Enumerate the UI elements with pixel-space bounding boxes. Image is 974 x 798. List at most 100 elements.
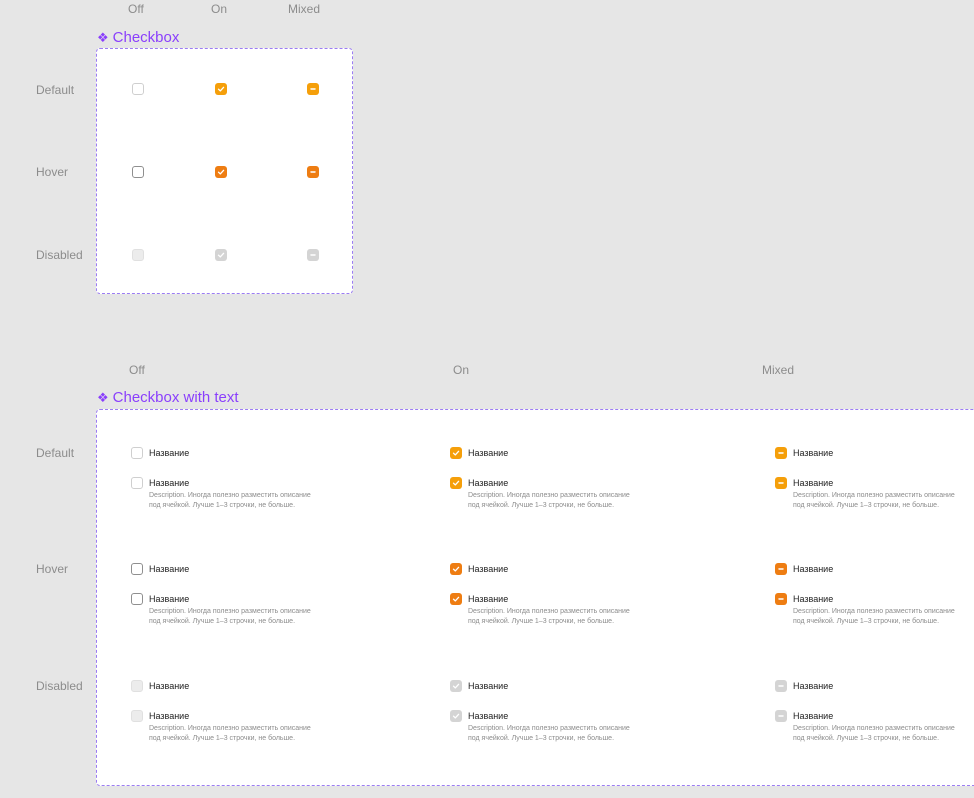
checkbox[interactable] — [775, 563, 787, 575]
checkbox — [131, 710, 143, 722]
item-label: Название — [149, 448, 190, 458]
checkbox[interactable] — [775, 477, 787, 489]
component-title-text: Checkbox — [112, 29, 180, 46]
item-label: Название — [149, 564, 190, 574]
item-description: Description. Иногда полезно разместить о… — [793, 492, 955, 509]
column-header-on: On — [211, 2, 228, 16]
checkbox[interactable] — [131, 593, 143, 605]
item-label: Название — [793, 681, 834, 691]
item-label: Название — [468, 711, 509, 721]
row-header-default: Default — [36, 83, 75, 97]
checkbox[interactable] — [775, 593, 787, 605]
item-label: Название — [468, 448, 509, 458]
item-label: Название — [793, 711, 834, 721]
item-description: Description. Иногда полезно разместить о… — [793, 725, 955, 742]
checkbox-item-hover-on-desc[interactable]: Название Description. Иногда полезно раз… — [450, 592, 718, 627]
minus-icon — [778, 482, 784, 484]
item-label: Название — [793, 448, 834, 458]
checkmark-icon — [217, 86, 225, 92]
checkbox — [450, 710, 462, 722]
minus-icon — [310, 88, 316, 90]
item-description: Description. Иногда полезно разместить о… — [793, 608, 955, 625]
item-label: Название — [149, 594, 190, 604]
checkbox-default-mixed[interactable] — [307, 83, 319, 95]
column-header-mixed: Mixed — [288, 2, 321, 16]
checkbox-component-frame — [96, 48, 353, 294]
item-description: Description. Иногда полезно разместить о… — [149, 608, 311, 625]
item-description: Description. Иногда полезно разместить о… — [149, 725, 311, 742]
column-header-off: Off — [129, 363, 145, 377]
item-label: Название — [468, 478, 509, 488]
item-label: Название — [468, 594, 509, 604]
item-label: Название — [793, 478, 834, 488]
checkbox-item-hover-mixed[interactable]: Название — [775, 562, 833, 576]
checkbox-item-hover-off-desc[interactable]: Название Description. Иногда полезно раз… — [131, 592, 399, 627]
checkbox-with-text-component-frame: Название Название Description. Иногда по… — [96, 409, 974, 786]
item-description: Description. Иногда полезно разместить о… — [149, 492, 311, 509]
checkbox-item-disabled-on-desc: Название Description. Иногда полезно раз… — [450, 709, 718, 744]
checkbox[interactable] — [775, 447, 787, 459]
row-header-hover: Hover — [36, 562, 69, 576]
checkbox-item-disabled-off-desc: Название Description. Иногда полезно раз… — [131, 709, 399, 744]
minus-icon — [310, 171, 316, 173]
checkmark-icon — [452, 713, 460, 719]
checkbox[interactable] — [450, 447, 462, 459]
checkbox-default-on[interactable] — [215, 83, 227, 95]
checkbox-item-disabled-mixed-desc: Название Description. Иногда полезно раз… — [775, 709, 974, 744]
component-diamond-icon: ❖ — [97, 29, 109, 45]
row-header-hover: Hover — [36, 165, 69, 179]
item-label: Название — [149, 478, 190, 488]
checkmark-icon — [452, 566, 460, 572]
minus-icon — [778, 568, 784, 570]
checkbox — [131, 680, 143, 692]
checkbox-item-default-off-desc[interactable]: Название Description. Иногда полезно раз… — [131, 476, 399, 511]
component-title-text: Checkbox with text — [112, 389, 239, 406]
checkbox-item-default-mixed-desc[interactable]: Название Description. Иногда полезно раз… — [775, 476, 974, 511]
item-label: Название — [793, 564, 834, 574]
checkbox-default-off[interactable] — [132, 83, 144, 95]
checkbox — [450, 680, 462, 692]
checkbox-disabled-mixed — [307, 249, 319, 261]
row-header-default: Default — [36, 446, 75, 460]
checkbox-item-hover-off[interactable]: Название — [131, 562, 189, 576]
minus-icon — [778, 598, 784, 600]
item-label: Название — [149, 681, 190, 691]
checkbox-item-disabled-on: Название — [450, 679, 508, 693]
checkbox-hover-off[interactable] — [132, 166, 144, 178]
checkbox-hover-mixed[interactable] — [307, 166, 319, 178]
component-diamond-icon: ❖ — [97, 389, 109, 405]
component-title-checkbox-with-text[interactable]: ❖ Checkbox with text — [97, 389, 239, 406]
item-description: Description. Иногда полезно разместить о… — [468, 608, 630, 625]
checkbox-item-default-on[interactable]: Название — [450, 446, 508, 460]
column-header-on: On — [453, 363, 470, 377]
checkbox-item-hover-on[interactable]: Название — [450, 562, 508, 576]
checkbox-item-default-on-desc[interactable]: Название Description. Иногда полезно раз… — [450, 476, 718, 511]
checkbox[interactable] — [131, 447, 143, 459]
item-description: Description. Иногда полезно разместить о… — [468, 725, 630, 742]
checkbox[interactable] — [131, 563, 143, 575]
minus-icon — [310, 254, 316, 256]
checkmark-icon — [452, 450, 460, 456]
item-label: Название — [468, 564, 509, 574]
checkbox[interactable] — [131, 477, 143, 489]
minus-icon — [778, 685, 784, 687]
item-label: Название — [149, 711, 190, 721]
checkbox-hover-on[interactable] — [215, 166, 227, 178]
checkbox — [775, 710, 787, 722]
minus-icon — [778, 452, 784, 454]
checkbox-item-default-off[interactable]: Название — [131, 446, 189, 460]
column-header-mixed: Mixed — [762, 363, 795, 377]
item-label: Название — [468, 681, 509, 691]
checkbox-disabled-off — [132, 249, 144, 261]
checkmark-icon — [217, 252, 225, 258]
checkbox-item-disabled-mixed: Название — [775, 679, 833, 693]
item-description: Description. Иногда полезно разместить о… — [468, 492, 630, 509]
checkbox[interactable] — [450, 563, 462, 575]
checkbox[interactable] — [450, 593, 462, 605]
checkmark-icon — [452, 596, 460, 602]
component-title-checkbox[interactable]: ❖ Checkbox — [97, 29, 179, 46]
checkbox[interactable] — [450, 477, 462, 489]
item-label: Название — [793, 594, 834, 604]
checkbox-item-hover-mixed-desc[interactable]: Название Description. Иногда полезно раз… — [775, 592, 974, 627]
checkbox-item-default-mixed[interactable]: Название — [775, 446, 833, 460]
